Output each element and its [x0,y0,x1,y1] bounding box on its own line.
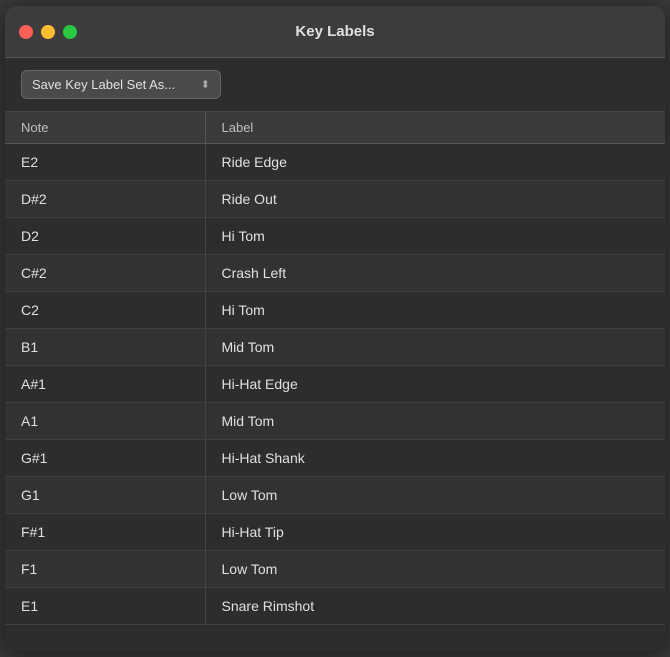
key-labels-window: Key Labels Save Key Label Set As... ⬍ No… [5,6,665,651]
label-cell: Crash Left [205,255,665,292]
note-column-header: Note [5,112,205,144]
table-row[interactable]: G1Low Tom [5,477,665,514]
traffic-lights [19,25,77,39]
table-row[interactable]: A1Mid Tom [5,403,665,440]
label-cell: Snare Rimshot [205,588,665,625]
table-header-row: Note Label [5,112,665,144]
note-cell: G1 [5,477,205,514]
note-cell: D#2 [5,181,205,218]
label-cell: Mid Tom [205,329,665,366]
table-row[interactable]: E2Ride Edge [5,144,665,181]
label-cell: Hi-Hat Edge [205,366,665,403]
label-cell: Hi Tom [205,292,665,329]
label-cell: Hi-Hat Shank [205,440,665,477]
table-row[interactable]: B1Mid Tom [5,329,665,366]
maximize-button[interactable] [63,25,77,39]
minimize-button[interactable] [41,25,55,39]
label-cell: Mid Tom [205,403,665,440]
table-row[interactable]: C2Hi Tom [5,292,665,329]
label-cell: Ride Out [205,181,665,218]
note-cell: D2 [5,218,205,255]
close-button[interactable] [19,25,33,39]
key-labels-table: Note Label E2Ride EdgeD#2Ride OutD2Hi To… [5,112,665,625]
window-title: Key Labels [295,23,374,40]
note-cell: C2 [5,292,205,329]
table-row[interactable]: C#2Crash Left [5,255,665,292]
label-cell: Low Tom [205,477,665,514]
note-cell: B1 [5,329,205,366]
label-column-header: Label [205,112,665,144]
note-cell: A1 [5,403,205,440]
table-row[interactable]: A#1Hi-Hat Edge [5,366,665,403]
table-row[interactable]: D2Hi Tom [5,218,665,255]
table-row[interactable]: F1Low Tom [5,551,665,588]
label-cell: Hi Tom [205,218,665,255]
toolbar: Save Key Label Set As... ⬍ [5,58,665,112]
note-cell: E1 [5,588,205,625]
dropdown-label: Save Key Label Set As... [32,77,175,92]
note-cell: G#1 [5,440,205,477]
table-row[interactable]: D#2Ride Out [5,181,665,218]
note-cell: F1 [5,551,205,588]
note-cell: F#1 [5,514,205,551]
table-row[interactable]: F#1Hi-Hat Tip [5,514,665,551]
label-cell: Hi-Hat Tip [205,514,665,551]
table-row[interactable]: G#1Hi-Hat Shank [5,440,665,477]
label-cell: Ride Edge [205,144,665,181]
titlebar: Key Labels [5,6,665,58]
note-cell: A#1 [5,366,205,403]
note-cell: C#2 [5,255,205,292]
label-cell: Low Tom [205,551,665,588]
save-key-label-dropdown[interactable]: Save Key Label Set As... ⬍ [21,70,221,99]
note-cell: E2 [5,144,205,181]
chevron-down-icon: ⬍ [201,78,210,91]
table-container[interactable]: Note Label E2Ride EdgeD#2Ride OutD2Hi To… [5,112,665,651]
table-row[interactable]: E1Snare Rimshot [5,588,665,625]
